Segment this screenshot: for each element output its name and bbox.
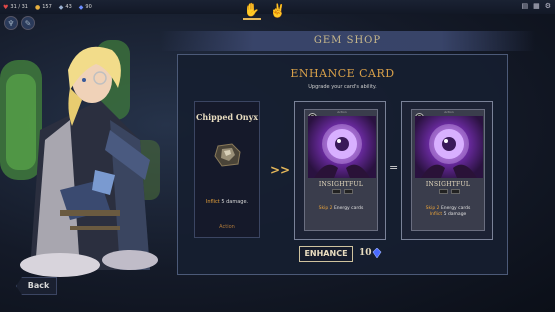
target-card-slot[interactable]: 0 Action INSIGHTFUL Skip 2 (294, 101, 386, 240)
panel-subtitle: Upgrade your card's ability. (308, 84, 377, 90)
effect-value: 2 (436, 206, 440, 211)
effect-value: 5 (443, 212, 447, 217)
card-name: INSIGHTFUL (425, 181, 471, 188)
gem-name: Chipped Onyx (195, 112, 259, 122)
card-tag: Action (337, 110, 347, 114)
result-card-slot: 0 Action INSIGHTFUL Skip (401, 101, 493, 240)
card-effect: Skip 2 Energy cards Inflict 5 damage (412, 206, 484, 218)
effect-suffix: damage (447, 212, 467, 217)
gem-socket (331, 189, 341, 194)
shopkeeper-portrait (0, 30, 200, 290)
gem-effect-prefix: Inflict (205, 199, 220, 205)
gem-shop-header: GEM SHOP (160, 31, 535, 51)
enhance-button[interactable]: ENHANCE (299, 246, 353, 262)
gem-effect: Inflict 5 damage. (195, 199, 259, 205)
source-gem-card[interactable]: Chipped Onyx Inflict 5 damage. Action (194, 101, 260, 238)
deck-icon[interactable]: ▤ (521, 2, 528, 10)
hand-gem-icon: ✋ (243, 2, 261, 18)
gem-effect-suffix: damage. (226, 199, 249, 205)
effect-value: 2 (329, 206, 333, 211)
eye-orb-art (415, 116, 483, 178)
hand-cards-icon: ✌ (269, 3, 287, 19)
gem-sockets (323, 189, 361, 195)
effect-suffix: Energy cards (333, 206, 364, 211)
double-chevron-right-icon: >> (270, 163, 291, 177)
equals-sign: = (389, 161, 399, 174)
tab-card-shop[interactable]: ✌ (269, 2, 287, 20)
card-effect: Skip 2 Energy cards (305, 206, 377, 212)
result-card: 0 Action INSIGHTFUL Skip (411, 109, 485, 231)
relic-flask-icon[interactable]: ♆ (4, 16, 18, 30)
heart-icon: ♥ (3, 3, 9, 11)
gold-stat: ● 157 (35, 4, 52, 11)
panel-title: ENHANCE CARD (290, 67, 395, 80)
gem-socket (343, 189, 353, 194)
card-name: INSIGHTFUL (318, 181, 364, 188)
shop-tabs: ✋ ✌ (243, 2, 287, 20)
top-right-icons: ▤ ▦ ⚙ (521, 2, 551, 10)
enhance-card-panel: ENHANCE CARD Upgrade your card's ability… (177, 54, 508, 275)
relic-scroll-icon[interactable]: ✎ (21, 16, 35, 30)
effect-prefix: Skip (318, 206, 329, 211)
target-card: 0 Action INSIGHTFUL Skip 2 (304, 109, 378, 231)
map-icon[interactable]: ▦ (533, 2, 540, 10)
health-stat: ♥ 31 / 31 (3, 4, 28, 11)
relic-bar: ♆ ✎ (4, 16, 35, 30)
gem-value-a: 43 (65, 4, 72, 10)
tab-gem-shop[interactable]: ✋ (243, 2, 261, 20)
gem-stat-a: ◆ 43 (59, 4, 72, 11)
eye-orb-art (308, 116, 376, 178)
gem-currency-icon (372, 248, 382, 258)
shard-icon: ◆ (58, 3, 64, 11)
coin-icon: ● (34, 3, 41, 11)
enhance-cost: 10 (359, 248, 372, 258)
effect-prefix: Inflict (429, 212, 443, 217)
gem-card-type: Action (219, 224, 235, 230)
gem-socket (438, 189, 448, 194)
back-button[interactable]: Back (16, 277, 57, 295)
settings-icon[interactable]: ⚙ (545, 2, 551, 10)
gem-value-b: 90 (85, 4, 92, 10)
onyx-gem-icon (214, 143, 241, 167)
gem-stat-b: ◆ 90 (79, 4, 92, 11)
eye-orb-icon (421, 124, 477, 178)
health-value: 31 / 31 (10, 4, 28, 10)
card-tag: Action (444, 110, 454, 114)
gem-icon: ◆ (78, 3, 84, 11)
gold-value: 157 (42, 4, 52, 10)
gem-socket (450, 189, 460, 194)
effect-prefix: Skip (425, 206, 436, 211)
effect-line-2: Inflict 5 damage (412, 212, 484, 218)
gem-effect-value: 5 (221, 199, 225, 205)
gem-sockets (430, 189, 468, 195)
eye-orb-icon (314, 124, 370, 178)
effect-suffix: Energy cards (440, 206, 471, 211)
shopkeeper-illustration (0, 40, 160, 277)
